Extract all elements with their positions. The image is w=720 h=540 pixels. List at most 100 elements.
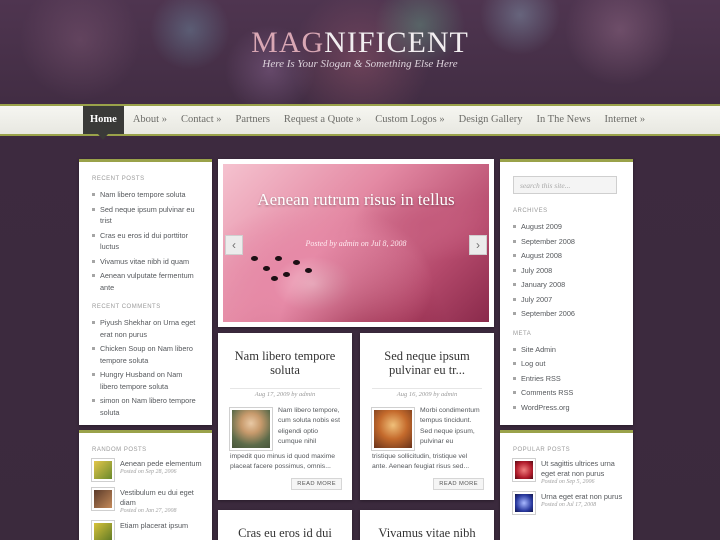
recent-comment-link[interactable]: Chicken Soup on Nam libero tempore solut… [92,342,202,367]
stamen-shape [271,276,278,281]
nav-item-contact[interactable]: Contact » [174,106,229,134]
recent-post-link[interactable]: Nam libero tempore soluta [92,188,202,202]
stamen-shape [293,260,300,265]
nav-item-home[interactable]: Home [83,106,124,140]
post-excerpt-more: tristique sollicitudin, tristique vel an… [372,453,470,471]
archive-link[interactable]: September 2006 [513,307,623,321]
left-sidebar-widget: RECENT POSTS Nam libero tempore soluta S… [79,159,212,425]
nav-item-partners[interactable]: Partners [229,106,277,134]
popular-post-date: Posted on Jul 17, 2008 [541,502,597,508]
meta-title: META [513,330,532,337]
random-posts-widget: RANDOM POSTS Aenean pede elementum Posted… [79,430,212,540]
post-card: Nam libero tempore soluta Aug 17, 2009 b… [218,333,352,500]
archive-link[interactable]: January 2008 [513,278,623,292]
main-nav: Home About » Contact » Partners Request … [0,104,720,140]
recent-comments-list: Piyush Shekhar on Urna eget erat non pur… [79,316,212,419]
logo-text: NIFICENT [324,26,469,59]
archive-link[interactable]: September 2008 [513,235,623,249]
post-title[interactable]: Vivamus vitae nibh [360,510,494,540]
meta-list: Site Admin Log out Entries RSS Comments … [500,343,633,415]
featured-slider[interactable]: Aenean rutrum risus in tellus Posted by … [218,159,494,327]
random-posts-title: RANDOM POSTS [92,447,147,453]
post-excerpt-more: impedit quo minus id quod maxime placeat… [230,453,336,471]
recent-post-link[interactable]: Sed neque ipsum pulvinar eu trist [92,203,202,228]
nav-item-custom-logos[interactable]: Custom Logos » [368,106,451,134]
search-input[interactable]: search this site... [513,176,617,194]
popular-post-item[interactable]: Ut sagittis ultrices urna eget erat non … [513,459,625,485]
meta-link[interactable]: Log out [513,357,623,371]
slider-next-icon[interactable]: › [469,235,487,255]
slider-prev-icon[interactable]: ‹ [225,235,243,255]
archive-link[interactable]: July 2008 [513,264,623,278]
post-thumbnail[interactable] [92,488,114,510]
post-thumbnail[interactable] [372,408,414,450]
site-logo[interactable]: MAGNIFICENT [0,26,720,60]
post-thumbnail[interactable] [92,459,114,481]
random-post-item[interactable]: Aenean pede elementum Posted on Sep 28, 2… [92,459,204,481]
archive-link[interactable]: August 2008 [513,249,623,263]
recent-post-link[interactable]: Aenean vulputate fermentum ante [92,269,202,294]
meta-link[interactable]: WordPress.org [513,401,623,415]
random-post-title[interactable]: Aenean pede elementum [120,459,202,469]
site-slogan: Here Is Your Slogan & Something Else Her… [262,58,458,70]
post-thumbnail[interactable] [513,459,535,481]
nav-item-about[interactable]: About » [126,106,174,134]
meta-link[interactable]: Comments RSS [513,386,623,400]
read-more-button[interactable]: READ MORE [291,478,342,490]
recent-comments-title: RECENT COMMENTS [92,304,161,310]
featured-image[interactable]: Aenean rutrum risus in tellus Posted by … [223,164,489,322]
post-title[interactable]: Cras eu eros id dui [218,510,352,540]
post-thumbnail[interactable] [92,521,114,540]
post-excerpt-text: Nam libero tempore, cum soluta nobis est… [278,407,340,446]
recent-post-link[interactable]: Cras eu eros id dui porttitor luctus [92,229,202,254]
stamen-shape [305,268,312,273]
read-more-button[interactable]: READ MORE [433,478,484,490]
post-meta: Aug 17, 2009 by admin [230,388,340,398]
post-title[interactable]: Nam libero tempore soluta [218,333,352,377]
post-excerpt-text: Morbi condimentum tempus tincidunt. Sed … [420,407,480,446]
random-post-item[interactable]: Vestibulum eu dui eget diam Posted on Jan… [92,488,204,514]
archives-list: August 2009 September 2008 August 2008 J… [500,220,633,321]
random-post-date: Posted on Sep 28, 2006 [120,469,177,475]
archive-link[interactable]: July 2007 [513,293,623,307]
post-excerpt: Morbi condimentum tempus tincidunt. Sed … [372,406,482,473]
random-post-title[interactable]: Etiam placerat ipsum [120,521,188,531]
post-card: Cras eu eros id dui [218,510,352,540]
recent-comment-link[interactable]: Piyush Shekhar on Urna eget erat non pur… [92,316,202,341]
featured-meta: Posted by admin on Jul 8, 2008 [305,239,407,248]
nav-item-internet[interactable]: Internet » [598,106,653,134]
post-title[interactable]: Sed neque ipsum pulvinar eu tr... [360,333,494,377]
recent-post-link[interactable]: Vivamus vitae nibh id quam [92,255,202,269]
archive-link[interactable]: August 2009 [513,220,623,234]
popular-post-item[interactable]: Urna eget erat non purus Posted on Jul 17… [513,492,625,514]
stamen-shape [275,256,282,261]
popular-post-date: Posted on Sep 5, 2006 [541,479,595,485]
post-thumbnail[interactable] [513,492,535,514]
popular-post-title[interactable]: Ut sagittis ultrices urna eget erat non … [541,459,625,479]
nav-item-design-gallery[interactable]: Design Gallery [452,106,530,134]
random-posts-list: Aenean pede elementum Posted on Sep 28, 2… [79,459,212,540]
post-card: Vivamus vitae nibh [360,510,494,540]
popular-post-title[interactable]: Urna eget erat non purus [541,492,622,502]
random-post-title[interactable]: Vestibulum eu dui eget diam [120,488,204,508]
right-sidebar-widget: search this site... ARCHIVES August 2009… [500,159,633,425]
random-post-date: Posted on Jan 27, 2008 [120,508,177,514]
archives-title: ARCHIVES [513,208,548,214]
meta-link[interactable]: Entries RSS [513,372,623,386]
post-excerpt: Nam libero tempore, cum soluta nobis est… [230,406,340,473]
post-thumbnail[interactable] [230,408,272,450]
meta-link[interactable]: Site Admin [513,343,623,357]
popular-posts-title: POPULAR POSTS [513,447,571,453]
stamen-shape [263,266,270,271]
popular-posts-list: Ut sagittis ultrices urna eget erat non … [500,459,633,514]
recent-comment-link[interactable]: simon on Nam libero tempore soluta [92,394,202,419]
random-post-item[interactable]: Etiam placerat ipsum [92,521,204,540]
stamen-shape [251,256,258,261]
featured-title[interactable]: Aenean rutrum risus in tellus [223,190,489,209]
recent-comment-link[interactable]: Hungry Husband on Nam libero tempore sol… [92,368,202,393]
recent-posts-list: Nam libero tempore soluta Sed neque ipsu… [79,188,212,294]
nav-item-request-quote[interactable]: Request a Quote » [277,106,368,134]
nav-item-in-the-news[interactable]: In The News [530,106,598,134]
post-meta: Aug 16, 2009 by admin [372,388,482,398]
popular-posts-widget: POPULAR POSTS Ut sagittis ultrices urna … [500,430,633,540]
